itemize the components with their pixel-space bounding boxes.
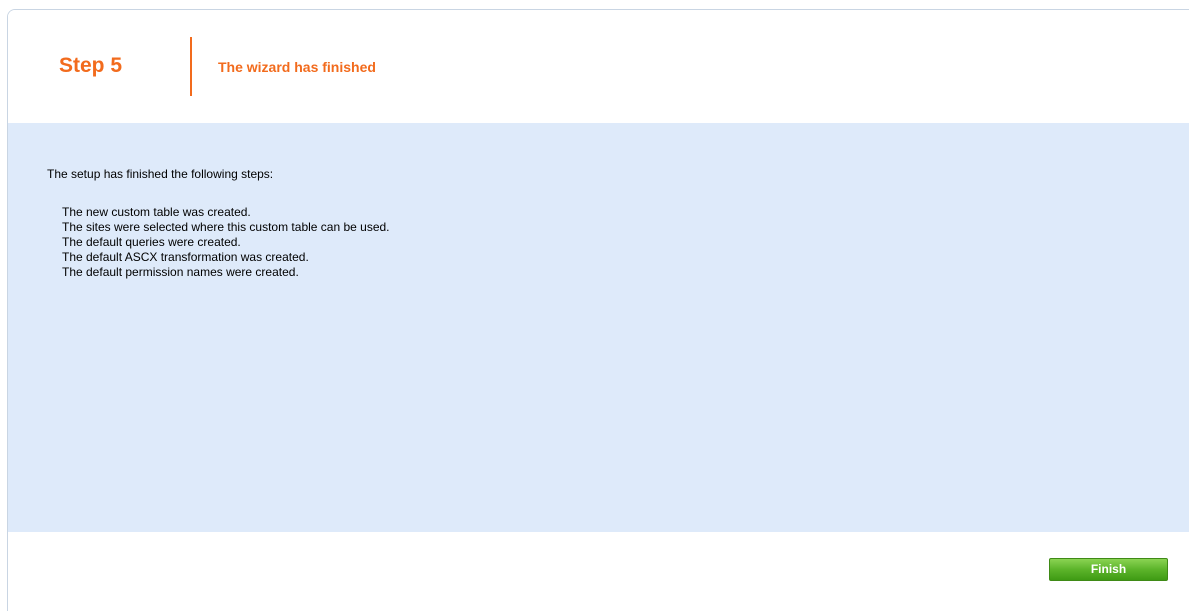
wizard-footer: Finish xyxy=(8,532,1189,611)
step-number: Step 5 xyxy=(59,54,123,77)
wizard-header: Step 5 The wizard has finished xyxy=(8,10,1189,123)
finish-button[interactable]: Finish xyxy=(1049,558,1168,581)
summary-intro: The setup has finished the following ste… xyxy=(47,167,274,181)
completed-step-item: The default permission names were create… xyxy=(62,265,299,279)
completed-step-item: The sites were selected where this custo… xyxy=(62,220,390,234)
completed-step-item: The default ASCX transformation was crea… xyxy=(62,250,309,264)
step-title: The wizard has finished xyxy=(218,59,376,75)
wizard-panel: Step 5 The wizard has finished The setup… xyxy=(7,9,1189,611)
completed-steps-list: The new custom table was created. The si… xyxy=(62,205,390,280)
wizard-content: The setup has finished the following ste… xyxy=(8,123,1189,532)
completed-step-item: The default queries were created. xyxy=(62,235,241,249)
step-divider xyxy=(190,37,192,96)
completed-step-item: The new custom table was created. xyxy=(62,205,251,219)
